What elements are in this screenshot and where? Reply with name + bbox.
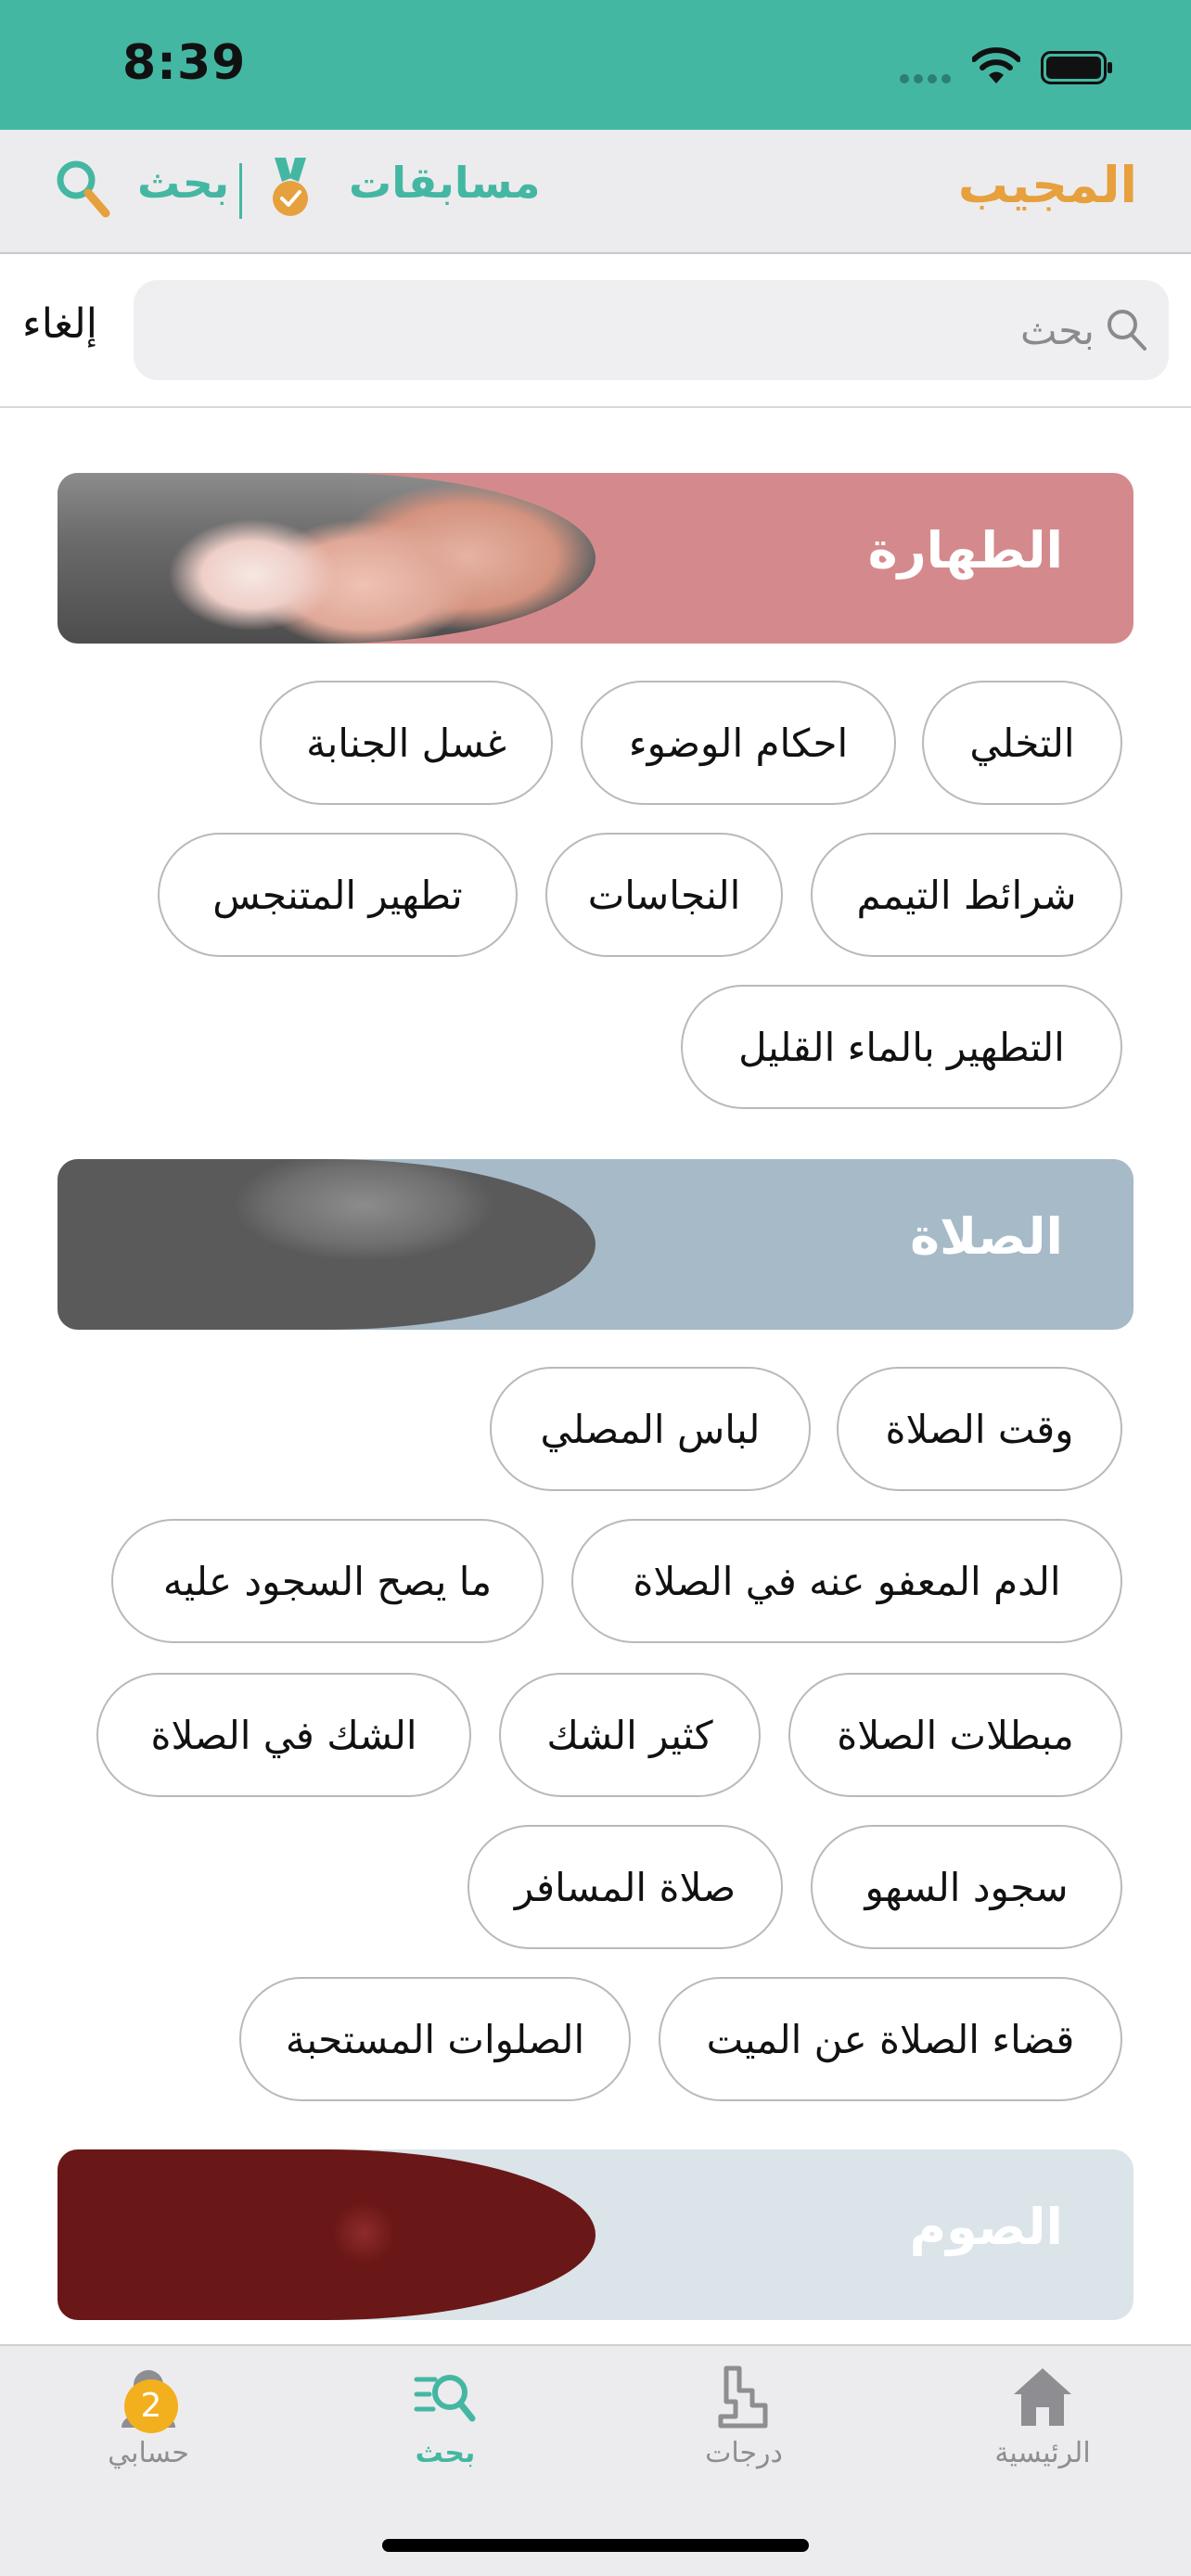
- dates-image: [58, 2149, 596, 2320]
- cancel-button[interactable]: إلغاء: [22, 300, 97, 348]
- topic-chip[interactable]: النجاسات: [545, 833, 783, 957]
- battery-icon: [1041, 51, 1112, 84]
- search-icon[interactable]: [56, 159, 111, 219]
- topic-chip[interactable]: مبطلات الصلاة: [788, 1673, 1122, 1797]
- tab-label: حسابي: [108, 2437, 189, 2469]
- wifi-icon: [972, 47, 1020, 83]
- search-bar: إلغاء: [0, 256, 1191, 408]
- topic-chip[interactable]: ما يصح السجود عليه: [111, 1519, 544, 1643]
- tab-search[interactable]: بحث: [352, 2365, 538, 2504]
- tab-home[interactable]: الرئيسية: [950, 2365, 1135, 2504]
- section-title: الطهارة: [867, 521, 1063, 580]
- tab-grades[interactable]: درجات: [651, 2365, 837, 2504]
- search-icon: [1108, 310, 1146, 351]
- categories-list: الطهارة التخلي احكام الوضوء غسل الجنابة …: [0, 410, 1191, 2346]
- search-input[interactable]: [186, 280, 1095, 380]
- home-indicator: [382, 2539, 809, 2552]
- topic-chip[interactable]: الصلوات المستحبة: [239, 1977, 631, 2101]
- topic-chip[interactable]: صلاة المسافر: [467, 1825, 783, 1949]
- contests-link[interactable]: مسابقات: [349, 158, 540, 208]
- tab-label: الرئيسية: [994, 2437, 1091, 2469]
- stairs-icon: [718, 2366, 768, 2429]
- topic-chip[interactable]: التخلي: [922, 681, 1122, 805]
- status-time: 8:39: [122, 35, 247, 91]
- notification-badge: 2: [124, 2379, 178, 2433]
- section-banner-sawm[interactable]: الصوم: [58, 2149, 1133, 2320]
- app-logo: المجيب: [957, 156, 1137, 214]
- topic-chip[interactable]: الدم المعفو عنه في الصلاة: [571, 1519, 1122, 1643]
- topic-chip[interactable]: شرائط التيمم: [811, 833, 1122, 957]
- cellular-signal-icon: [900, 74, 955, 83]
- search-list-icon: [414, 2375, 476, 2422]
- topic-chip[interactable]: تطهير المتنجس: [158, 833, 518, 957]
- topic-chip[interactable]: سجود السهو: [811, 1825, 1122, 1949]
- header-divider: [239, 163, 242, 219]
- topic-chip[interactable]: وقت الصلاة: [837, 1367, 1122, 1491]
- topic-chip[interactable]: غسل الجنابة: [260, 681, 553, 805]
- home-icon: [1014, 2368, 1071, 2426]
- tab-account[interactable]: حسابي 2: [56, 2365, 241, 2504]
- section-banner-salat[interactable]: الصلاة: [58, 1159, 1133, 1330]
- handwashing-image: [58, 473, 596, 644]
- status-bar: 8:39: [0, 0, 1191, 130]
- tab-label: درجات: [705, 2437, 783, 2469]
- prayer-beads-image: [58, 1159, 596, 1330]
- section-banner-tahara[interactable]: الطهارة: [58, 473, 1133, 644]
- section-title: الصوم: [909, 2198, 1063, 2256]
- topic-chip[interactable]: الشك في الصلاة: [96, 1673, 471, 1797]
- topic-chip[interactable]: قضاء الصلاة عن الميت: [659, 1977, 1122, 2101]
- search-link[interactable]: بحث: [137, 158, 229, 208]
- topic-chip[interactable]: التطهير بالماء القليل: [681, 985, 1122, 1109]
- app-header: المجيب مسابقات بحث: [0, 130, 1191, 254]
- topic-chip[interactable]: لباس المصلي: [490, 1367, 811, 1491]
- medal-icon[interactable]: [269, 158, 312, 219]
- topic-chip[interactable]: احكام الوضوء: [581, 681, 896, 805]
- topic-chip[interactable]: كثير الشك: [499, 1673, 761, 1797]
- search-box[interactable]: [134, 280, 1169, 380]
- section-title: الصلاة: [910, 1207, 1063, 1266]
- tab-label: بحث: [415, 2437, 476, 2469]
